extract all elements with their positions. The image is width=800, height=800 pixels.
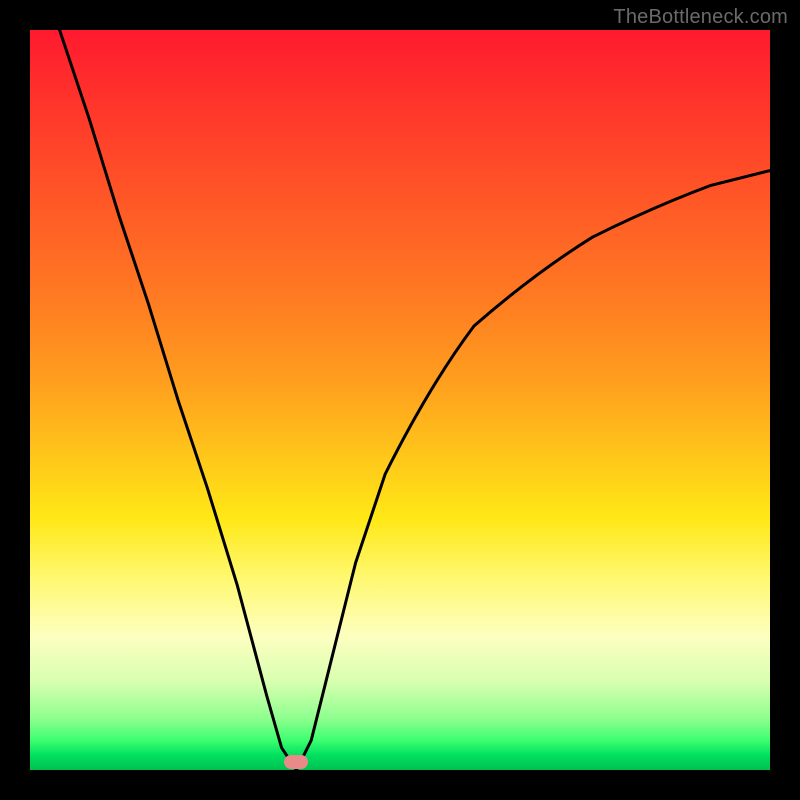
curve-left-arm: [60, 30, 297, 770]
curve-right-arm: [296, 171, 770, 770]
watermark-label: TheBottleneck.com: [613, 6, 788, 29]
plot-area: [30, 30, 770, 770]
chart-frame: TheBottleneck.com: [0, 0, 800, 800]
min-marker: [284, 755, 308, 769]
bottleneck-curve: [30, 30, 770, 770]
